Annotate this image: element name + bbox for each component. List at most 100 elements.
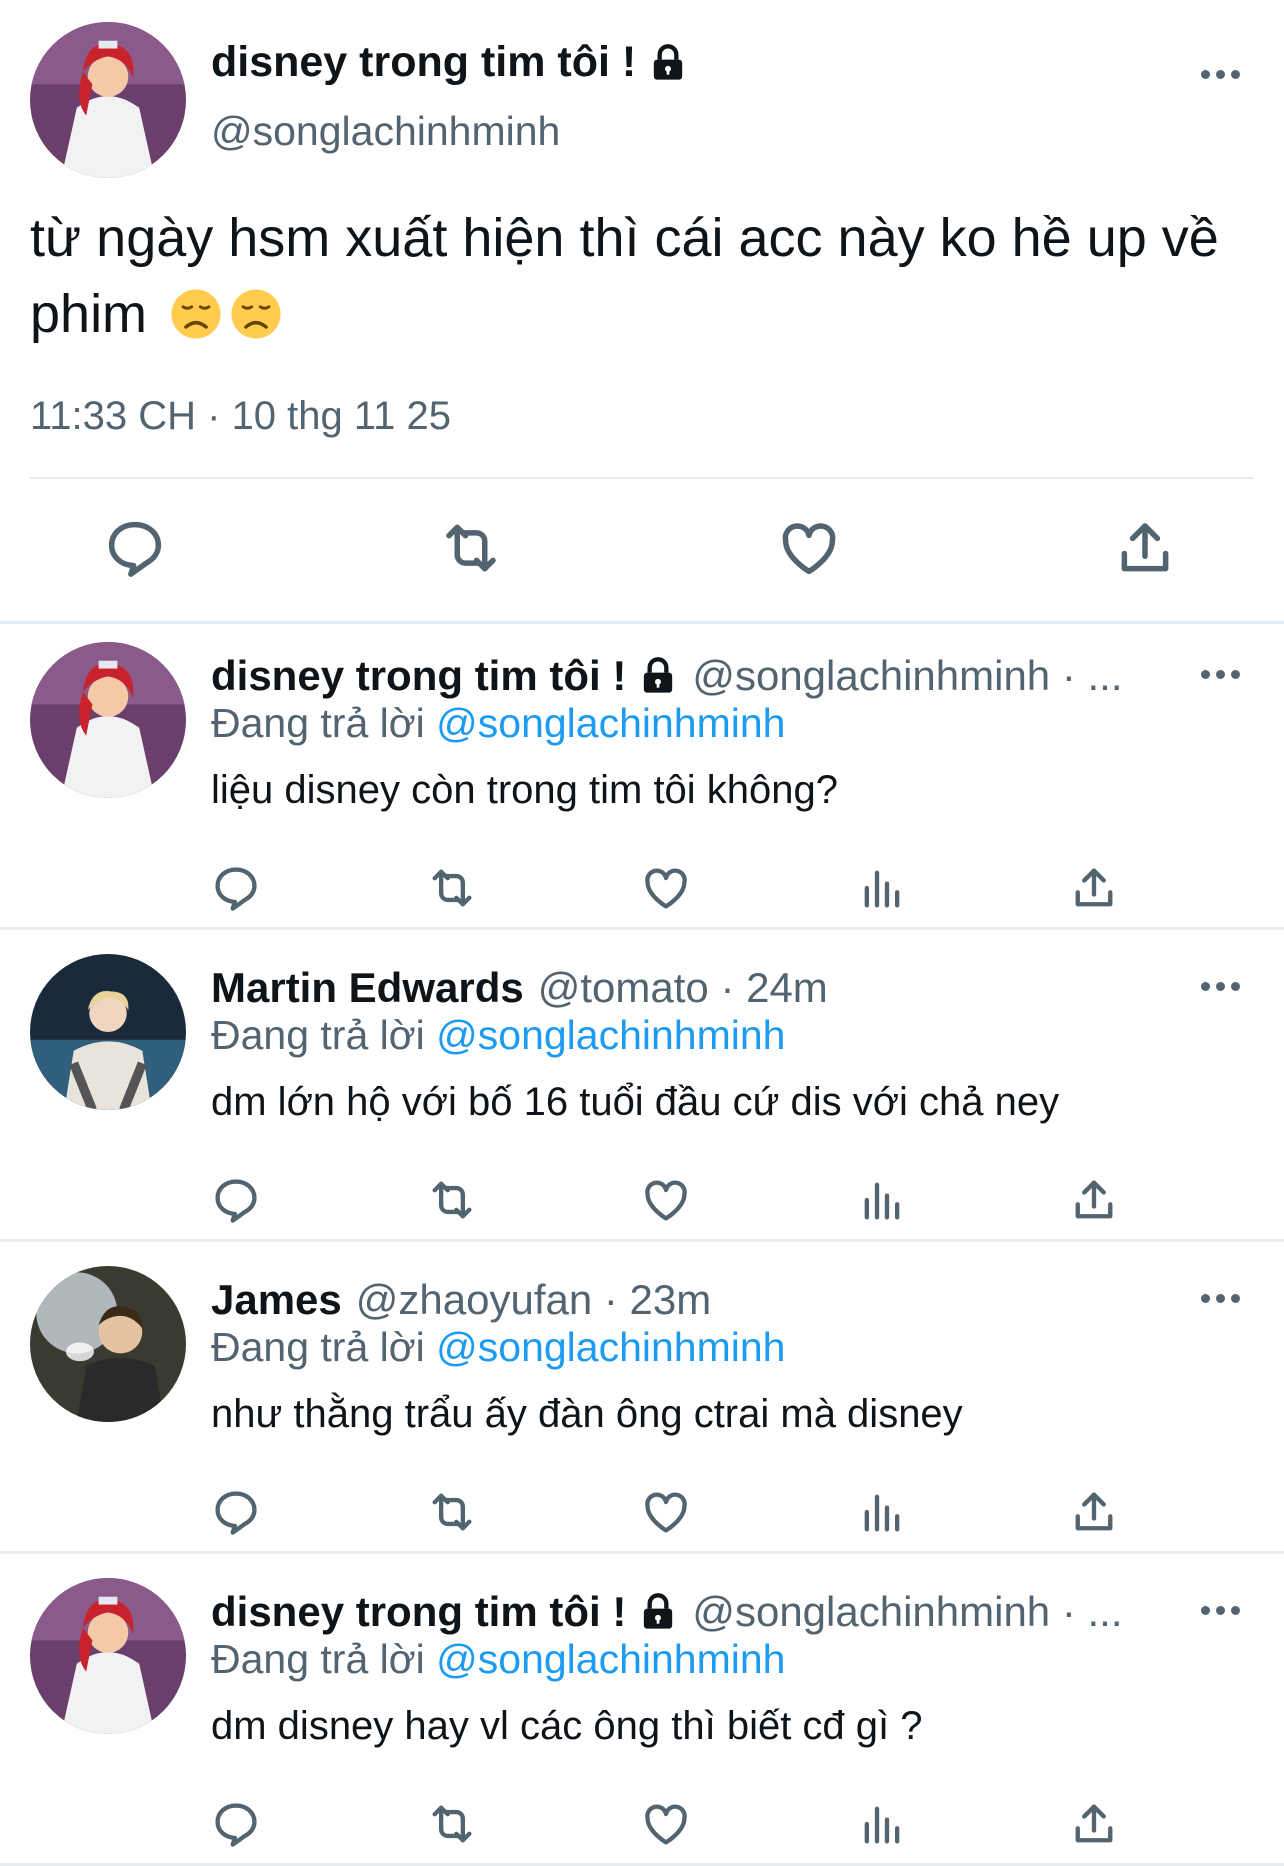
share-icon: [1121, 523, 1169, 572]
reply-tweet[interactable]: Martin Edwards @tomato · 24m Đang trả lờ…: [0, 944, 1284, 1254]
separator: [0, 1551, 1284, 1554]
retweet-button[interactable]: [426, 1174, 478, 1226]
replying-to-mention[interactable]: @songlachinhminh: [436, 1012, 785, 1058]
author-handle[interactable]: @songlachinhminh · ...: [692, 1588, 1122, 1636]
heart-icon: [645, 868, 687, 909]
author-name[interactable]: Martin Edwards: [211, 964, 524, 1012]
analytics-button[interactable]: [856, 1798, 908, 1850]
analytics-button[interactable]: [856, 1486, 908, 1538]
reply-tweet[interactable]: James @zhaoyufan · 23m Đang trả lời @son…: [0, 1256, 1284, 1566]
lock-icon: [654, 43, 683, 80]
like-button[interactable]: [640, 1798, 692, 1850]
ariel-avatar-image: [30, 1578, 186, 1734]
reply-text: liệu disney còn trong tim tôi không?: [211, 768, 839, 812]
like-button[interactable]: [776, 515, 842, 581]
more-options-icon[interactable]: [1199, 668, 1243, 680]
analytics-button[interactable]: [856, 862, 908, 914]
retweet-button[interactable]: [426, 1486, 478, 1538]
separator: [0, 621, 1284, 624]
more-options-icon[interactable]: [1199, 68, 1243, 80]
replying-to-mention[interactable]: @songlachinhminh: [436, 700, 785, 746]
separator: [0, 1239, 1284, 1242]
reply-icon: [215, 1491, 257, 1535]
like-button[interactable]: [640, 1486, 692, 1538]
tweet-timestamp[interactable]: 11:33 CH · 10 thg 11 25: [30, 394, 451, 439]
author-handle[interactable]: @songlachinhminh: [211, 108, 560, 155]
reply-actions: [0, 1486, 1284, 1542]
author-name[interactable]: James: [211, 1276, 342, 1324]
more-options-icon[interactable]: [1199, 1604, 1243, 1616]
retweet-button[interactable]: [438, 515, 504, 581]
author-name[interactable]: disney trong tim tôi !: [211, 1588, 626, 1636]
author-handle[interactable]: @songlachinhminh · ...: [692, 652, 1122, 700]
retweet-button[interactable]: [426, 1798, 478, 1850]
disappointed-face-emoji: [231, 289, 281, 339]
author-name[interactable]: disney trong tim tôi !: [211, 652, 626, 700]
share-icon: [1075, 1492, 1113, 1531]
reply-actions: [0, 862, 1284, 918]
divider: [30, 477, 1254, 479]
heart-icon: [645, 1492, 687, 1533]
tweet-text: từ ngày hsm xuất hiện thì cái acc này ko…: [30, 200, 1280, 352]
analytics-button[interactable]: [856, 1174, 908, 1226]
analytics-icon: [864, 1182, 900, 1220]
reply-icon: [108, 521, 162, 577]
analytics-icon: [864, 1806, 900, 1844]
reply-button[interactable]: [210, 1174, 262, 1226]
retweet-button[interactable]: [426, 862, 478, 914]
more-options-icon[interactable]: [1199, 1292, 1243, 1304]
retweet-icon: [432, 1493, 472, 1531]
reply-text: dm lớn hộ với bố 16 tuổi đầu cứ dis với …: [211, 1080, 1060, 1124]
reply-text: dm disney hay vl các ông thì biết cđ gì …: [211, 1704, 923, 1748]
replying-to-mention[interactable]: @songlachinhminh: [436, 1636, 785, 1682]
avatar[interactable]: [30, 22, 186, 178]
author-name-text: disney trong tim tôi !: [211, 38, 637, 86]
avatar[interactable]: [30, 1266, 186, 1422]
reply-button[interactable]: [102, 515, 168, 581]
heart-icon: [782, 523, 836, 575]
share-button[interactable]: [1068, 1486, 1120, 1538]
main-tweet: disney trong tim tôi ! @songlachinhminh …: [0, 0, 1284, 622]
reply-icon: [215, 1179, 257, 1223]
separator: [0, 927, 1284, 930]
tweet-actions: [0, 515, 1284, 585]
avatar[interactable]: [30, 1578, 186, 1734]
reply-tweet[interactable]: disney trong tim tôi ! @songlachinhminh …: [0, 632, 1284, 942]
share-button[interactable]: [1068, 862, 1120, 914]
martin-avatar-image: [30, 954, 186, 1110]
reply-button[interactable]: [210, 862, 262, 914]
share-button[interactable]: [1068, 1798, 1120, 1850]
share-icon: [1075, 1180, 1113, 1219]
reply-button[interactable]: [210, 1486, 262, 1538]
james-avatar-image: [30, 1266, 186, 1422]
reply-tweet[interactable]: disney trong tim tôi ! @songlachinhminh …: [0, 1568, 1284, 1866]
reply-button[interactable]: [210, 1798, 262, 1850]
replying-to-label: Đang trả lời: [211, 1636, 425, 1682]
analytics-icon: [864, 1494, 900, 1532]
lock-icon: [644, 1593, 673, 1629]
like-button[interactable]: [640, 862, 692, 914]
disappointed-face-emoji: [171, 289, 221, 339]
avatar[interactable]: [30, 954, 186, 1110]
more-options-icon[interactable]: [1199, 980, 1243, 992]
retweet-icon: [432, 869, 472, 907]
avatar[interactable]: [30, 642, 186, 798]
author-handle[interactable]: @tomato · 24m: [538, 964, 828, 1012]
share-button[interactable]: [1068, 1174, 1120, 1226]
heart-icon: [645, 1180, 687, 1221]
replying-to: Đang trả lời @songlachinhminh: [211, 1012, 785, 1059]
author-handle[interactable]: @zhaoyufan · 23m: [356, 1276, 711, 1324]
reply-actions: [0, 1174, 1284, 1230]
like-button[interactable]: [640, 1174, 692, 1226]
replying-to-mention[interactable]: @songlachinhminh: [436, 1324, 785, 1370]
replying-to-label: Đang trả lời: [211, 700, 425, 746]
reply-actions: [0, 1798, 1284, 1854]
retweet-icon: [446, 524, 496, 572]
reply-icon: [215, 867, 257, 911]
replying-to: Đang trả lời @songlachinhminh: [211, 700, 785, 747]
share-button[interactable]: [1112, 515, 1178, 581]
reply-header: disney trong tim tôi ! @songlachinhminh …: [211, 1588, 1123, 1636]
reply-icon: [215, 1803, 257, 1847]
ariel-avatar-image: [30, 642, 186, 798]
author-name[interactable]: disney trong tim tôi !: [211, 38, 688, 87]
